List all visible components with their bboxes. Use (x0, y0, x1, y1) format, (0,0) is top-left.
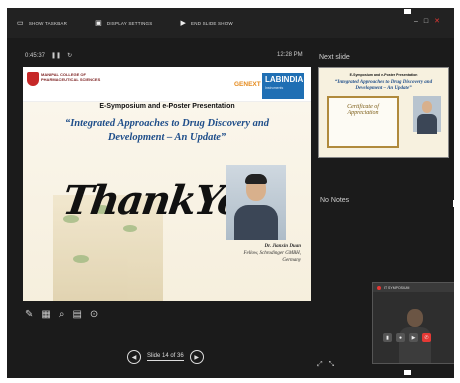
presenter-toolbar: ▭ SHOW TASKBAR ▣ DISPLAY SETTINGS ▶ END … (7, 8, 454, 38)
end-slideshow-button[interactable]: ▶ END SLIDE SHOW (180, 19, 232, 27)
slide-counter[interactable]: Slide 14 of 36 (147, 353, 184, 361)
mic-icon[interactable]: ● (396, 333, 405, 342)
speaker-info: Dr. Jianxin Duan Fellow, Schrodinger GMB… (201, 243, 302, 264)
participant-head (407, 309, 423, 327)
expand-icon[interactable]: ⤢ (317, 361, 329, 368)
record-icon (377, 285, 381, 290)
speaker-photo (226, 165, 286, 240)
next-slide-thumbnail[interactable]: E-Symposium and e-Poster Presentation “I… (318, 67, 449, 158)
bottom-right-icons: ⤢⤡ (317, 361, 340, 369)
more-options-icon[interactable]: ⊙ (90, 309, 98, 320)
corner-marker (2, 200, 7, 207)
taskbar-icon: ▭ (17, 20, 24, 27)
show-taskbar-button[interactable]: ▭ SHOW TASKBAR (17, 19, 67, 27)
end-slideshow-icon: ▶ (180, 20, 187, 27)
window-controls: –□✕ (414, 17, 446, 25)
certificate-text: Certificate of Appreciation (347, 104, 379, 116)
minimize-icon[interactable]: – (414, 18, 424, 25)
current-slide: MANIPAL COLLEGE OF PHARMACEUTICAL SCIENC… (23, 67, 311, 301)
video-call-controls: ▮ ● ▶ ✆ (383, 333, 431, 342)
slide-navigation: ◀ Slide 14 of 36 ▶ (127, 350, 204, 364)
end-call-icon[interactable]: ✆ (422, 333, 431, 342)
college-logo (27, 72, 39, 86)
subtitles-icon[interactable]: ▤ (72, 309, 81, 320)
event-title: E-Symposium and e-Poster Presentation (99, 103, 235, 110)
zoom-icon[interactable]: ⌕ (59, 309, 65, 320)
video-call-bar: IT SYMPOSIUM (373, 283, 454, 292)
close-icon[interactable]: ✕ (434, 18, 446, 25)
notes-area: No Notes (320, 197, 350, 204)
thumb-event: E-Symposium and e-Poster Presentation (349, 73, 418, 77)
genext-logo: GENEXT (234, 81, 261, 88)
maximize-icon[interactable]: □ (424, 18, 434, 25)
labindia-sub: Instruments (265, 86, 284, 90)
speaker-role: Fellow, Schrodinger GMBH, (243, 251, 302, 256)
thumb-title: “Integrated Approaches to Drug Discovery… (334, 80, 433, 91)
reset-icon[interactable]: ↻ (67, 52, 72, 59)
speaker-country: Germany (282, 258, 301, 263)
college-name: MANIPAL COLLEGE OF PHARMACEUTICAL SCIENC… (41, 72, 101, 82)
participants-icon[interactable]: ▮ (383, 333, 392, 342)
slide-header: MANIPAL COLLEGE OF PHARMACEUTICAL SCIENC… (23, 67, 311, 102)
timer: 0:45:37 ❚❚ ↻ (25, 52, 72, 60)
labindia-name: LABINDIA (265, 75, 304, 84)
corner-marker (404, 9, 411, 14)
elapsed-time: 0:45:37 (25, 52, 46, 59)
video-call-window[interactable]: IT SYMPOSIUM ▮ ● ▶ ✆ (372, 282, 454, 364)
display-settings-icon: ▣ (95, 20, 102, 27)
slides-grid-icon[interactable]: ▦ (41, 309, 50, 320)
corner-marker (404, 370, 411, 375)
end-slideshow-label: END SLIDE SHOW (191, 20, 233, 26)
show-taskbar-label: SHOW TASKBAR (28, 20, 68, 26)
display-settings-label: DISPLAY SETTINGS (106, 20, 153, 26)
pen-icon[interactable]: ✎ (25, 309, 33, 320)
presenter-view: ▭ SHOW TASKBAR ▣ DISPLAY SETTINGS ▶ END … (7, 8, 454, 378)
next-slide-button[interactable]: ▶ (189, 350, 204, 364)
camera-icon[interactable]: ▶ (409, 333, 418, 342)
shrink-icon[interactable]: ⤡ (329, 361, 341, 368)
certificate-image: Certificate of Appreciation (327, 96, 399, 148)
previous-slide-button[interactable]: ◀ (127, 350, 141, 364)
thumb-speaker-photo (413, 96, 441, 134)
corner-marker (453, 200, 458, 207)
clock: 12:28 PM (277, 52, 303, 58)
video-call-title: IT SYMPOSIUM (384, 285, 410, 290)
display-settings-button[interactable]: ▣ DISPLAY SETTINGS (95, 19, 152, 27)
chevron-right-icon: ▶ (194, 354, 200, 361)
pause-icon[interactable]: ❚❚ (51, 52, 61, 59)
talk-title: “Integrated Approaches to Drug Discovery… (64, 118, 270, 143)
speaker-name: Dr. Jianxin Duan (264, 244, 301, 249)
slide-tools: ✎ ▦ ⌕ ▤ ⊙ (25, 309, 98, 320)
next-slide-label: Next slide (319, 54, 350, 61)
chevron-left-icon: ◀ (131, 354, 137, 361)
